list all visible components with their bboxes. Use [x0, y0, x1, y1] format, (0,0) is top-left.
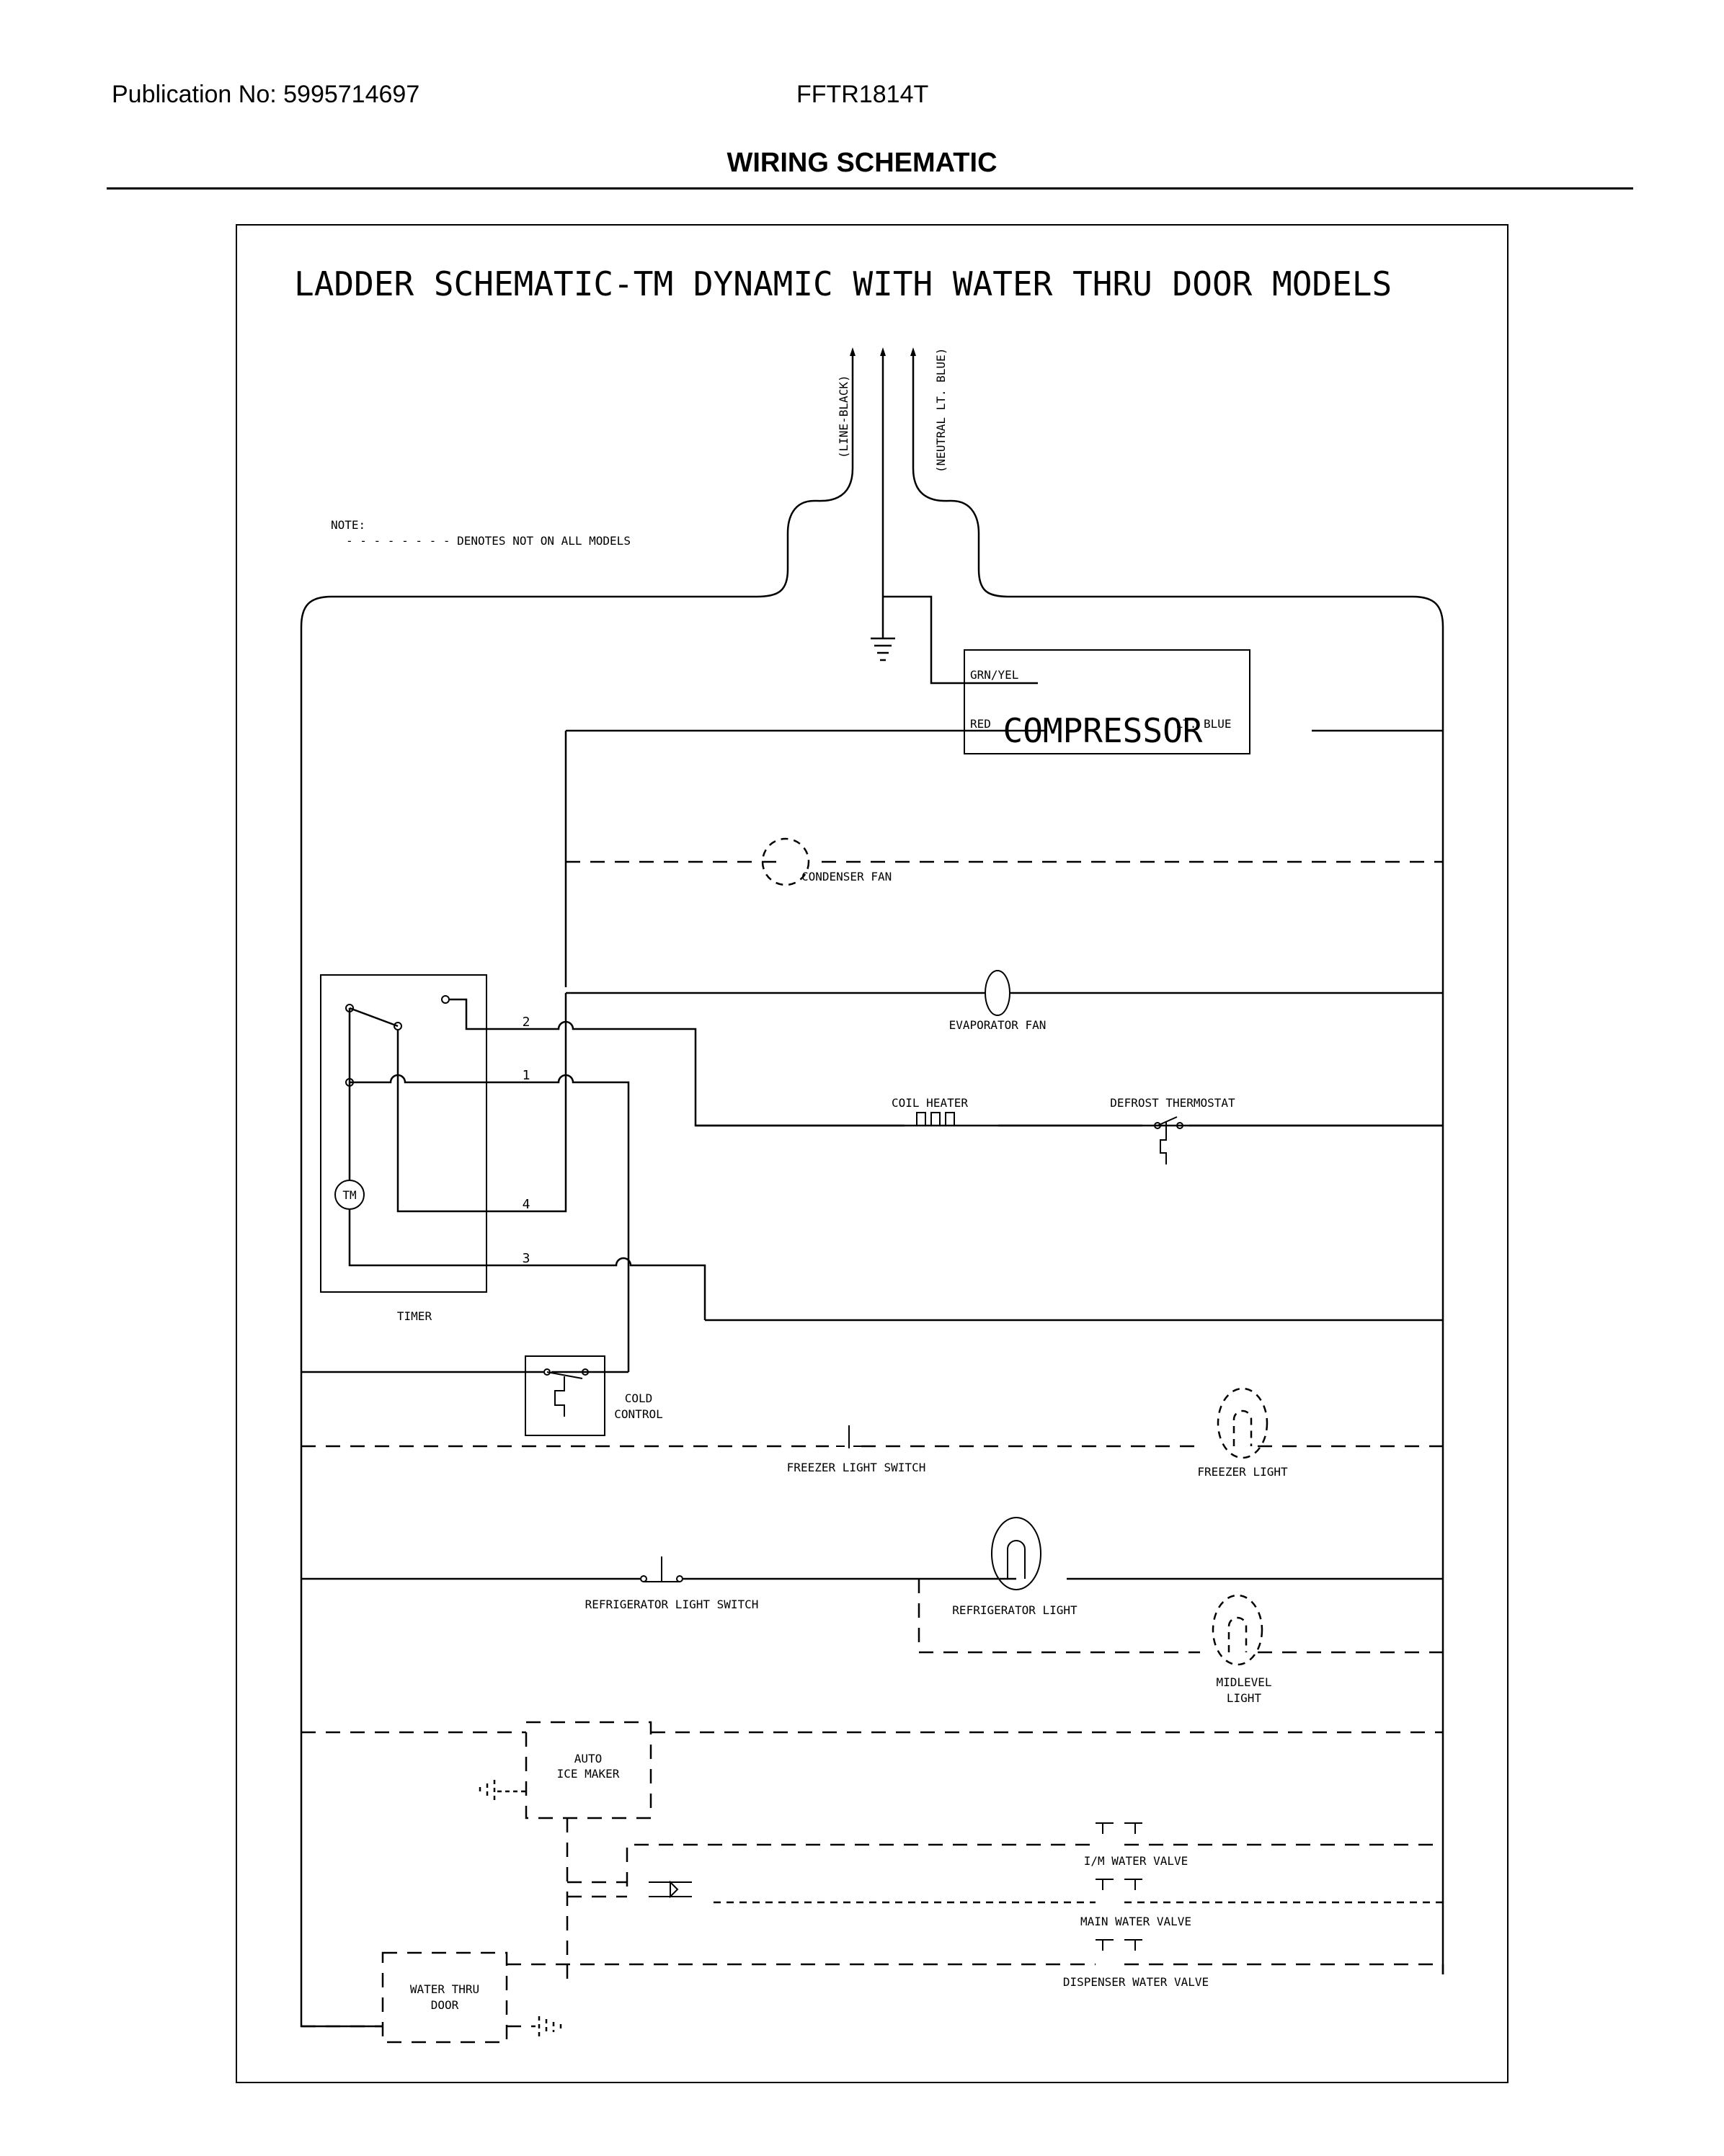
- terminal-1: 1: [523, 1068, 530, 1083]
- timer-wire-1: [350, 1074, 630, 1372]
- neutral-wire: [912, 353, 1444, 1974]
- terminal-4: 4: [523, 1197, 530, 1212]
- ice-maker-ground-icon: [479, 1780, 526, 1801]
- defrost-thermostat-icon: [1157, 1116, 1178, 1164]
- compressor: GRN/YEL RED LT. BLUE COMPRESSOR: [964, 649, 1250, 754]
- refrigerator-light-switch-icon: [644, 1556, 680, 1582]
- timer-motor-label: TM: [342, 1188, 356, 1202]
- terminal-red: RED: [970, 717, 991, 731]
- timer-wire-4: [396, 993, 567, 1213]
- water-thru-door-ground-icon: [538, 2016, 562, 2038]
- freezer-light-switch-icon: [836, 1425, 861, 1448]
- main-water-valve-label: MAIN WATER VALVE: [1080, 1915, 1191, 1928]
- cold-control-label-2: CONTROL: [614, 1407, 662, 1421]
- terminal-2: 2: [523, 1015, 530, 1030]
- terminal-3: 3: [523, 1251, 530, 1266]
- main-water-valve-icon: [1096, 1879, 1142, 1890]
- im-water-valve-icon: [1096, 1822, 1142, 1834]
- terminal-grn-yel: GRN/YEL: [970, 668, 1018, 682]
- schematic-heading: LADDER SCHEMATIC-TM DYNAMIC WITH WATER T…: [294, 264, 1392, 303]
- condenser-fan-label: CONDENSER FAN: [801, 870, 892, 883]
- water-thru-door-label-2: DOOR: [431, 1998, 459, 2012]
- note-title: NOTE:: [331, 518, 365, 532]
- refrigerator-light-label: REFRIGERATOR LIGHT: [952, 1603, 1078, 1617]
- ice-maker-label-2: ICE MAKER: [557, 1767, 620, 1781]
- midlevel-light-label-1: MIDLEVEL: [1216, 1675, 1271, 1689]
- neutral-label: (NEUTRAL LT. BLUE): [934, 348, 948, 473]
- wiring-schematic: LADDER SCHEMATIC-TM DYNAMIC WITH WATER T…: [236, 224, 1508, 2083]
- line-label: (LINE-BLACK): [837, 375, 850, 458]
- ice-maker-label-1: AUTO: [574, 1752, 603, 1765]
- water-filter-icon: [649, 1880, 692, 1899]
- dispenser-water-valve-rung: [507, 1963, 1444, 1974]
- evaporator-fan-icon: [985, 970, 1010, 1016]
- arrow-icon: [850, 347, 856, 356]
- coil-heater-icon: [908, 1112, 995, 1126]
- midlevel-light-icon: [1212, 1594, 1263, 1666]
- evaporator-fan-label: EVAPORATOR FAN: [949, 1018, 1047, 1032]
- arrow-icon: [910, 347, 916, 356]
- defrost-thermostat-label: DEFROST THERMOSTAT: [1110, 1096, 1235, 1110]
- water-filter-feed: [567, 1881, 627, 1898]
- timer-label: TIMER: [397, 1309, 432, 1323]
- water-thru-door-label-1: WATER THRU: [410, 1982, 479, 1996]
- dispenser-water-valve-icon: [1096, 1939, 1142, 1951]
- dispenser-water-valve-label: DISPENSER WATER VALVE: [1063, 1975, 1209, 1989]
- cold-control-label-1: COLD: [625, 1391, 653, 1405]
- freezer-light-label: FREEZER LIGHT: [1197, 1465, 1288, 1479]
- water-thru-door: [381, 1951, 508, 2044]
- timer: TIMER TM 2 1 4 3: [320, 974, 1443, 1372]
- timer-wire-3: [348, 1008, 706, 1320]
- ground-icon: [871, 637, 895, 662]
- note-text: - - - - - - - - DENOTES NOT ON ALL MODEL…: [346, 534, 631, 548]
- cold-control: COLD CONTROL: [301, 1355, 663, 1436]
- power-supply: (LINE-BLACK) (NEUTRAL LT. BLUE): [300, 347, 1444, 2028]
- im-water-valve-label: I/M WATER VALVE: [1084, 1854, 1188, 1868]
- refrigerator-light-switch-label: REFRIGERATOR LIGHT SWITCH: [585, 1598, 759, 1611]
- im-water-valve-rung: [626, 1843, 1443, 1886]
- midlevel-light-label-2: LIGHT: [1227, 1691, 1262, 1705]
- freezer-light-switch-label: FREEZER LIGHT SWITCH: [787, 1461, 926, 1474]
- freezer-light-icon: [1217, 1387, 1268, 1459]
- schematic-frame: [236, 224, 1508, 2083]
- coil-heater-label: COIL HEATER: [892, 1096, 968, 1110]
- timer-switch-arm: [349, 1007, 399, 1028]
